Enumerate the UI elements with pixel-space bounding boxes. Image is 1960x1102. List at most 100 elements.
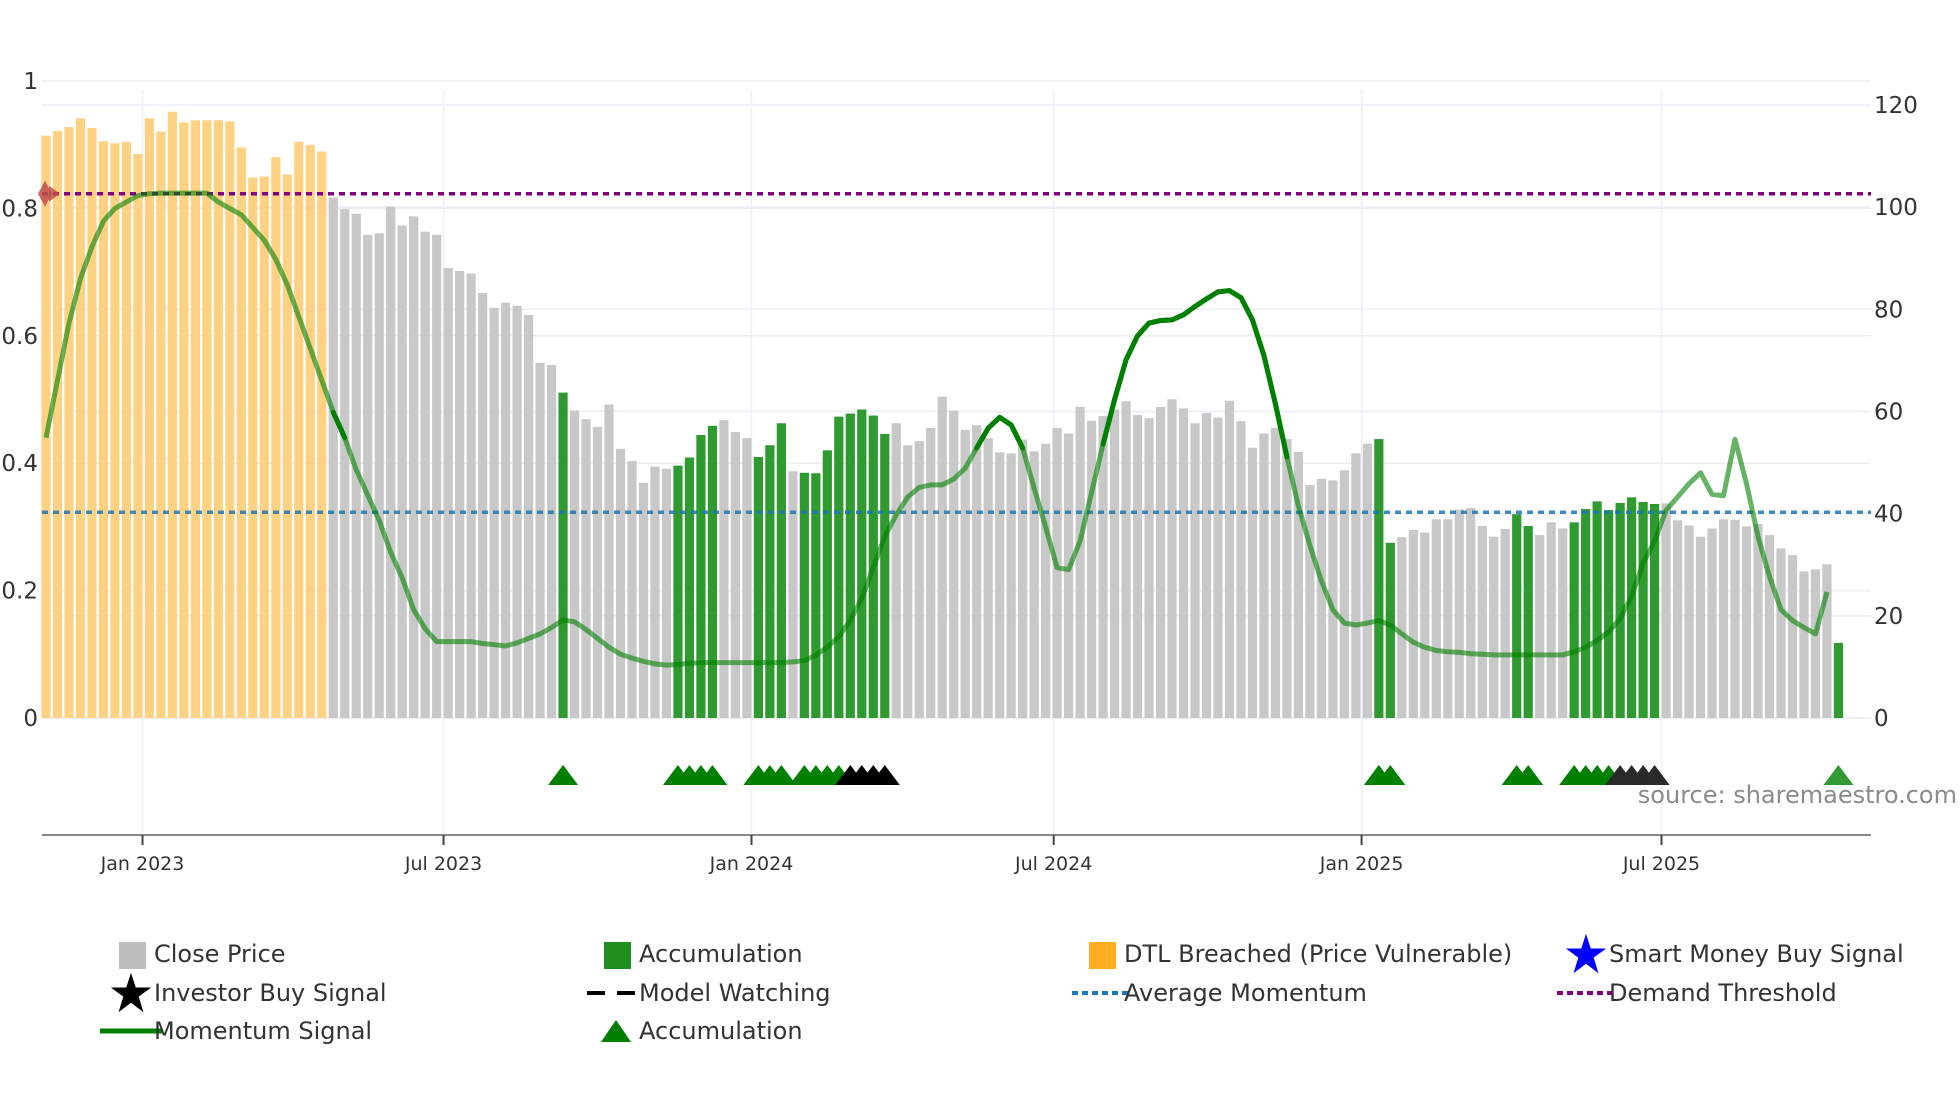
dtl-breached-bar <box>64 126 74 719</box>
close-price-bar <box>1408 530 1418 718</box>
accumulation-bar <box>1569 522 1579 718</box>
right-y-tick-label: 40 <box>1874 502 1903 528</box>
close-price-bar <box>569 410 580 718</box>
close-price-bar <box>478 292 488 718</box>
dtl-breached-bar <box>75 118 86 718</box>
close-price-bar <box>638 483 649 718</box>
close-price-bar <box>1075 406 1085 718</box>
close-price-bar <box>742 438 752 718</box>
close-price-bar <box>1741 526 1752 718</box>
accumulation-bar <box>684 457 695 718</box>
close-price-bar <box>1259 433 1269 718</box>
close-price-bar <box>719 420 729 718</box>
close-price-bar <box>1190 423 1200 718</box>
close-price-bar <box>443 267 453 718</box>
close-price-bar <box>386 206 396 719</box>
close-price-bar <box>1730 519 1740 718</box>
close-price-bar <box>1201 413 1212 718</box>
close-price-bar <box>1661 503 1671 718</box>
accumulation-bar <box>880 433 890 718</box>
x-tick-label: Jan 2025 <box>1319 853 1404 875</box>
close-price-bar <box>949 410 959 718</box>
momentum-signal-strong-segment <box>1123 333 1141 363</box>
right-y-tick-label: 0 <box>1874 706 1889 732</box>
dtl-breached-bar <box>248 177 258 718</box>
accumulation-bar <box>799 472 809 718</box>
close-price-bar <box>926 427 936 718</box>
close-price-bar <box>1718 519 1729 718</box>
close-price-bar <box>409 216 419 718</box>
close-price-bar <box>420 231 430 719</box>
dtl-breached-bar <box>179 122 189 718</box>
left-y-tick-label: 0.8 <box>1 196 38 222</box>
dtl-breached-bar <box>202 120 212 718</box>
close-price-bar <box>455 271 465 718</box>
close-price-bar <box>937 396 947 718</box>
close-price-bar <box>1155 406 1166 718</box>
price-bars <box>41 111 1844 719</box>
dtl-breached-bar <box>294 141 304 718</box>
left-y-tick-label: 0.6 <box>1 324 38 350</box>
close-price-bar <box>1224 400 1235 718</box>
dtl-breached-bar <box>236 147 246 718</box>
close-price-bar <box>466 273 476 718</box>
dtl-breached-bar <box>156 131 166 718</box>
close-price-bar <box>1178 408 1189 718</box>
dtl-breached-bar <box>133 154 143 719</box>
close-price-bar <box>1535 535 1545 718</box>
left-y-tick-label: 1 <box>23 69 38 95</box>
dtl-breached-bar <box>87 127 97 719</box>
close-price-bar <box>903 445 913 718</box>
close-price-bar <box>1305 485 1315 718</box>
source-label: source: sharemaestro.com <box>1638 781 1957 809</box>
left-y-tick-label: 0.4 <box>1 451 38 477</box>
close-price-bar <box>523 314 534 718</box>
close-price-bar <box>788 471 798 718</box>
accumulation-bar <box>1638 501 1648 718</box>
dtl-breached-bar <box>259 176 269 718</box>
close-price-bar <box>1420 532 1430 718</box>
close-price-bar <box>1109 409 1120 718</box>
close-price-bar <box>1500 528 1510 718</box>
dtl-breached-bar <box>121 141 132 718</box>
accumulation-bar <box>822 450 832 718</box>
close-price-bar <box>1799 571 1809 718</box>
accumulation-bar <box>765 445 775 718</box>
close-price-bar <box>661 468 672 718</box>
dtl-breached-bar <box>305 144 315 719</box>
close-price-bar <box>1213 417 1223 718</box>
accumulation-bar <box>558 392 568 718</box>
accumulation-bar <box>1581 509 1591 718</box>
left-y-tick-label: 0.2 <box>1 579 38 605</box>
close-price-bar <box>650 466 660 718</box>
close-price-bar <box>1236 421 1246 718</box>
close-price-bar <box>1489 536 1499 718</box>
accumulation-bar <box>1592 501 1602 718</box>
close-price-bar <box>1339 470 1349 718</box>
close-price-bar <box>363 234 373 719</box>
close-price-bar <box>615 448 626 718</box>
close-price-bar <box>1810 569 1821 718</box>
accumulation-bar <box>753 456 763 718</box>
close-price-bar <box>374 233 384 718</box>
close-price-bar <box>1132 415 1143 718</box>
right-y-tick-label: 120 <box>1874 93 1918 119</box>
close-price-bar <box>1454 509 1464 718</box>
accumulation-bar <box>1604 510 1614 718</box>
accumulation-bar <box>1374 439 1384 718</box>
close-price-bar <box>1787 555 1798 718</box>
close-price-bar <box>546 365 557 718</box>
right-y-tick-label: 60 <box>1874 400 1903 426</box>
close-price-bar <box>1006 453 1016 718</box>
close-price-bar <box>1477 525 1487 718</box>
close-price-bar <box>1466 508 1476 718</box>
left-y-tick-label: 0 <box>23 706 38 732</box>
close-price-bar <box>1121 401 1131 718</box>
close-price-bar <box>328 197 338 719</box>
accumulation-bar <box>834 416 844 718</box>
close-price-bar <box>995 452 1005 718</box>
momentum-signal-strong-segment <box>1008 422 1026 451</box>
accumulation-bar <box>673 465 683 718</box>
accumulation-bar <box>1512 514 1522 718</box>
accumulation-bar <box>776 423 786 718</box>
